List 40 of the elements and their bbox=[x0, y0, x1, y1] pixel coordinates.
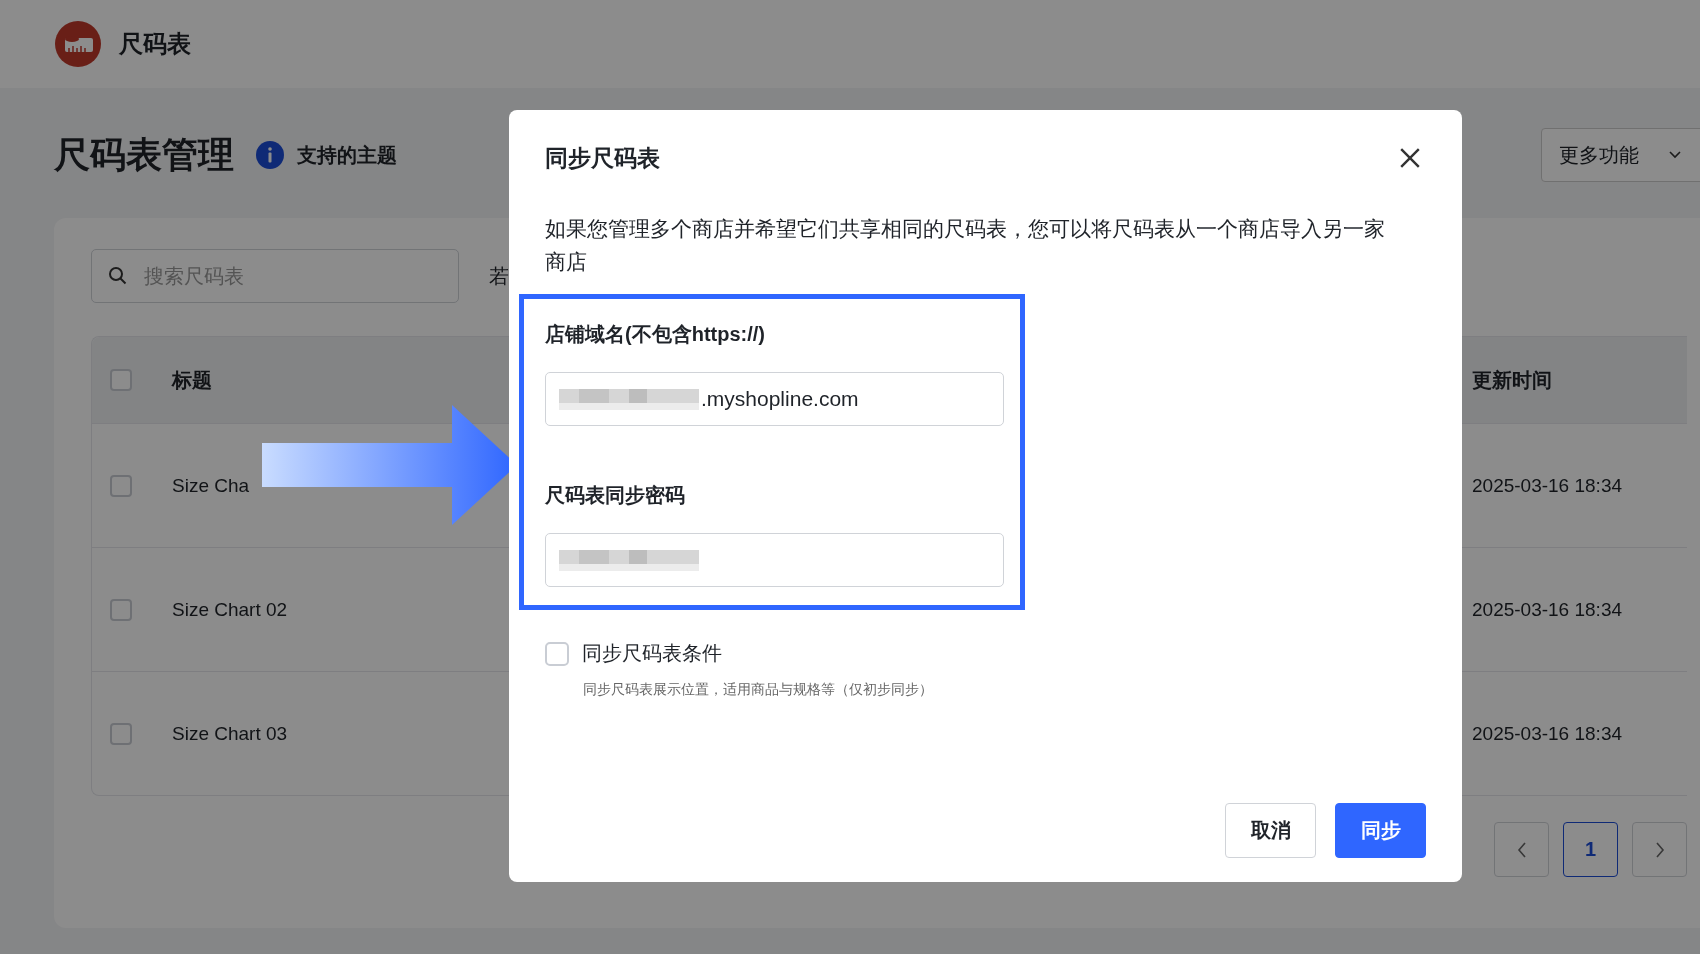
search-field[interactable]: 搜索尺码表 bbox=[91, 249, 459, 303]
sync-conditions-checkbox[interactable] bbox=[545, 641, 569, 666]
column-header: 标题 bbox=[172, 367, 213, 393]
previous-page-button[interactable] bbox=[1494, 822, 1549, 877]
row-checkbox[interactable] bbox=[110, 722, 132, 745]
column-header: 更新时间 bbox=[1472, 367, 1553, 393]
updated-time-cell-text: 2025-03-16 18:34 bbox=[1472, 722, 1623, 745]
app-title: 尺码表 bbox=[119, 29, 191, 59]
filter-label: 若 bbox=[489, 263, 509, 289]
next-page-button[interactable] bbox=[1632, 822, 1687, 877]
tape-measure-logo-icon bbox=[55, 21, 101, 67]
select-all-checkbox[interactable] bbox=[110, 369, 132, 391]
updated-time-cell-text: 2025-03-16 18:34 bbox=[1472, 474, 1623, 497]
cancel-button[interactable]: 取消 bbox=[1225, 803, 1316, 858]
info-icon bbox=[256, 141, 284, 169]
page-title: 尺码表管理 bbox=[54, 132, 234, 177]
chart-title-cell-text: Size Chart 02 bbox=[172, 598, 289, 621]
supported-themes-link[interactable]: 支持的主题 bbox=[297, 141, 397, 169]
checkbox-label: 同步尺码表条件 bbox=[582, 641, 722, 666]
chevron-left-icon bbox=[1516, 841, 1527, 858]
search-icon bbox=[108, 266, 128, 286]
updated-time-cell-text: 2025-03-16 18:34 bbox=[1472, 598, 1623, 621]
row-checkbox[interactable] bbox=[110, 474, 132, 497]
sync-button[interactable]: 同步 bbox=[1335, 803, 1426, 858]
dialog-description: 如果您管理多个商店并希望它们共享相同的尺码表，您可以将尺码表从一个商店导入另一家商店 bbox=[545, 216, 1386, 275]
field-label: 店铺域名(不包含https://) bbox=[545, 322, 766, 347]
input-field[interactable]: .myshopline.com bbox=[545, 372, 1004, 426]
chart-title-cell-text: Size Chart 03 bbox=[172, 722, 289, 745]
chart-title-cell-text: Size Cha bbox=[172, 474, 251, 497]
caret-icon bbox=[1669, 151, 1681, 159]
page-button[interactable]: 1 bbox=[1563, 822, 1618, 877]
input-field[interactable] bbox=[545, 533, 1004, 587]
row-checkbox[interactable] bbox=[110, 598, 132, 621]
field-label: 尺码表同步密码 bbox=[545, 483, 686, 508]
field-value: .myshopline.com bbox=[701, 387, 859, 411]
more-functions-button[interactable]: 更多功能 bbox=[1541, 128, 1700, 182]
chevron-right-icon bbox=[1654, 841, 1665, 858]
close-icon bbox=[1399, 147, 1421, 169]
option-hint: 同步尺码表展示位置，适用商品与规格等（仅初步同步） bbox=[583, 681, 934, 699]
dialog-title: 同步尺码表 bbox=[545, 143, 660, 173]
